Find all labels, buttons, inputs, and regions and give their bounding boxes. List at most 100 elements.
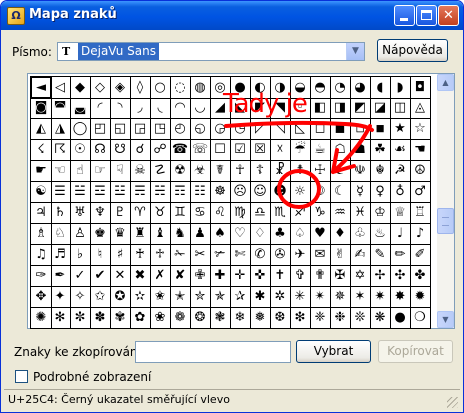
char-cell[interactable]: ❀ <box>150 307 171 329</box>
help-button[interactable]: Nápověda <box>377 39 448 62</box>
char-cell[interactable]: ◛ <box>70 97 91 119</box>
char-cell[interactable]: ☨ <box>290 160 311 182</box>
char-cell[interactable]: ☲ <box>90 181 111 203</box>
char-cell[interactable]: ❁ <box>170 307 191 329</box>
char-cell[interactable]: ☸ <box>210 181 231 203</box>
char-cell[interactable]: ♇ <box>110 202 131 224</box>
char-cell[interactable]: ♆ <box>90 202 111 224</box>
copy-chars-input[interactable] <box>135 341 291 363</box>
char-cell[interactable]: ◗ <box>390 76 411 99</box>
char-cell[interactable]: ♡ <box>230 223 251 245</box>
char-cell[interactable]: ♥ <box>310 223 331 245</box>
char-cell[interactable]: ♋ <box>190 202 211 224</box>
char-cell[interactable]: ✂ <box>190 244 211 266</box>
char-cell[interactable]: ♔ <box>370 202 391 224</box>
char-cell[interactable]: ☐ <box>210 139 231 161</box>
maximize-button[interactable] <box>416 5 437 26</box>
char-cell[interactable]: ✄ <box>230 244 251 266</box>
char-cell[interactable]: ♘ <box>50 223 71 245</box>
char-cell[interactable]: ✲ <box>270 286 291 308</box>
char-cell[interactable]: ♤ <box>290 223 311 245</box>
char-cell[interactable]: ✻ <box>50 307 71 329</box>
char-cell[interactable]: ◧ <box>310 97 331 119</box>
char-cell[interactable]: ☳ <box>110 181 131 203</box>
char-cell[interactable]: ◢ <box>210 97 231 119</box>
char-cell[interactable]: ♠ <box>210 223 231 245</box>
char-cell[interactable]: ○ <box>150 76 171 99</box>
char-cell[interactable]: ☋ <box>110 139 131 161</box>
char-cell[interactable]: ♂ <box>410 181 431 203</box>
char-cell[interactable]: ♮ <box>90 244 111 266</box>
char-cell[interactable]: ☣ <box>190 160 211 182</box>
char-cell[interactable]: ♍ <box>230 202 251 224</box>
char-cell[interactable]: ◎ <box>210 76 231 99</box>
char-cell[interactable]: ☽ <box>310 181 331 203</box>
char-cell[interactable]: ◘ <box>410 76 431 99</box>
char-cell[interactable]: ✿ <box>130 307 151 329</box>
char-cell[interactable]: ◞ <box>130 97 151 119</box>
char-cell[interactable]: ❈ <box>310 307 331 329</box>
char-cell[interactable]: ✙ <box>190 265 211 287</box>
char-cell[interactable]: ✩ <box>90 286 111 308</box>
select-button[interactable]: Vybrat <box>296 340 371 363</box>
char-cell[interactable]: ♖ <box>410 202 431 224</box>
char-cell[interactable]: ♎ <box>250 202 271 224</box>
char-cell[interactable]: ◍ <box>190 76 211 99</box>
char-cell[interactable]: ◮ <box>50 118 71 140</box>
char-cell[interactable]: ◱ <box>110 118 131 140</box>
char-cell[interactable]: ☻ <box>270 181 291 203</box>
char-cell[interactable]: ◲ <box>130 118 151 140</box>
char-cell[interactable]: ◺ <box>290 118 311 140</box>
char-cell[interactable]: ♊ <box>170 202 191 224</box>
char-cell[interactable]: ☟ <box>110 160 131 182</box>
char-cell[interactable]: ✔ <box>90 265 111 287</box>
char-cell[interactable]: ☚ <box>410 139 431 161</box>
char-cell[interactable]: ♃ <box>30 202 52 224</box>
char-cell[interactable]: ☧ <box>270 160 291 182</box>
char-cell[interactable]: ✒ <box>50 265 71 287</box>
char-cell[interactable]: ✬ <box>150 286 171 308</box>
char-cell[interactable]: ♓ <box>350 202 371 224</box>
char-cell[interactable]: ☠ <box>130 160 151 182</box>
char-cell[interactable]: ☹ <box>230 181 251 203</box>
char-cell[interactable]: ☷ <box>190 181 211 203</box>
char-cell[interactable]: ❍ <box>410 307 431 329</box>
char-cell[interactable]: ☡ <box>150 160 171 182</box>
char-cell[interactable]: ❄ <box>230 307 251 329</box>
char-cell[interactable]: ✠ <box>330 265 351 287</box>
char-cell[interactable]: ☍ <box>150 139 171 161</box>
char-cell[interactable]: ● <box>390 307 411 329</box>
char-cell[interactable]: ✑ <box>30 265 52 287</box>
char-cell[interactable]: ♟ <box>190 223 211 245</box>
char-cell[interactable]: ◐ <box>250 76 271 99</box>
minimize-button[interactable] <box>394 5 415 26</box>
char-cell[interactable]: ♛ <box>110 223 131 245</box>
char-cell[interactable]: ◖ <box>370 76 391 99</box>
char-cell[interactable]: ✉ <box>310 244 331 266</box>
char-cell[interactable]: ✸ <box>390 286 411 308</box>
char-cell[interactable]: ◵ <box>190 118 211 140</box>
char-cell[interactable]: ♐ <box>290 202 311 224</box>
char-cell[interactable]: ☴ <box>130 181 151 203</box>
char-cell[interactable]: ♙ <box>70 223 91 245</box>
char-cell[interactable]: ♣ <box>270 223 291 245</box>
char-cell[interactable]: ✛ <box>230 265 251 287</box>
char-cell[interactable]: ✗ <box>150 265 171 287</box>
char-cell[interactable]: ◼ <box>330 118 351 140</box>
scroll-down-button[interactable]: ▼ <box>437 311 454 328</box>
char-cell[interactable]: ◰ <box>90 118 111 140</box>
char-cell[interactable]: ◜ <box>90 97 111 119</box>
char-cell[interactable]: ✜ <box>250 265 271 287</box>
char-cell[interactable]: ♞ <box>170 223 191 245</box>
char-cell[interactable]: ✣ <box>390 265 411 287</box>
char-cell[interactable]: ♌ <box>210 202 231 224</box>
char-cell[interactable]: ☾ <box>330 181 351 203</box>
char-cell[interactable]: ◌ <box>170 76 191 99</box>
char-cell[interactable]: ✟ <box>310 265 331 287</box>
char-cell[interactable]: ♢ <box>250 223 271 245</box>
char-cell[interactable]: ✌ <box>330 244 351 266</box>
char-cell[interactable]: ❃ <box>210 307 231 329</box>
char-cell[interactable]: ✃ <box>210 244 231 266</box>
char-cell[interactable]: ◻ <box>310 118 331 140</box>
char-cell[interactable]: ◕ <box>350 76 371 99</box>
